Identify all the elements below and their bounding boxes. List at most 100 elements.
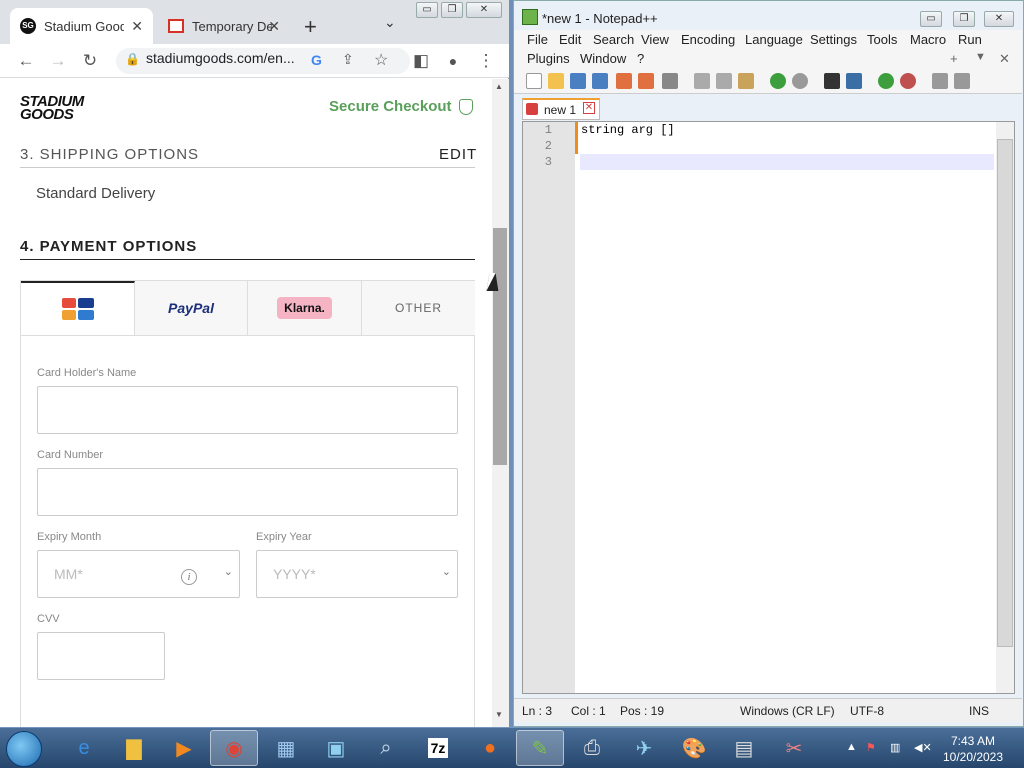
menu-tools[interactable]: Tools [867, 32, 897, 47]
gmail-favicon-icon [168, 19, 184, 33]
expiry-year-select[interactable]: YYYY* ⌄ [256, 550, 458, 598]
find-icon[interactable] [824, 73, 840, 89]
credit-cards-icon [60, 297, 96, 321]
close-doc-icon[interactable]: ✕ [999, 51, 1010, 67]
menu-window[interactable]: Window [580, 51, 626, 66]
volume-muted-icon[interactable]: ◀✕ [914, 741, 932, 754]
windows-start-icon[interactable] [6, 731, 42, 767]
close-window-button[interactable]: ✕ [984, 11, 1014, 27]
card-number-input[interactable] [37, 468, 458, 516]
profile-avatar-icon[interactable]: ● [442, 50, 464, 72]
edit-shipping-link[interactable]: EDIT [439, 146, 477, 163]
add-tab-icon[interactable]: + [950, 51, 958, 66]
scroll-up-arrow-icon[interactable]: ▲ [495, 82, 503, 91]
print-icon[interactable] [662, 73, 678, 89]
sync-horizontal-icon[interactable] [954, 73, 970, 89]
scrollbar-thumb[interactable] [997, 139, 1013, 647]
share-icon[interactable]: ⇪ [342, 51, 354, 68]
menu-macro[interactable]: Macro [910, 32, 946, 47]
google-icon[interactable]: G [311, 52, 322, 68]
save-icon[interactable] [570, 73, 586, 89]
tab-klarna[interactable]: Klarna. [248, 281, 362, 335]
7zip-icon[interactable]: 7z [414, 730, 462, 766]
zoom-in-icon[interactable] [878, 73, 894, 89]
menu-language[interactable]: Language [745, 32, 803, 47]
calculator-icon[interactable]: ▤ [720, 730, 768, 766]
tab-credit-card[interactable] [21, 281, 135, 335]
magnifier-icon[interactable]: ⌕ [362, 730, 410, 766]
menu-kebab-icon[interactable]: ⋮ [475, 50, 497, 72]
expiry-month-select[interactable]: MM* ⌄ [37, 550, 240, 598]
cut-icon[interactable] [694, 73, 710, 89]
scroll-down-arrow-icon[interactable]: ▼ [495, 710, 503, 719]
close-window-button[interactable]: ✕ [466, 2, 502, 18]
close-tab-icon[interactable]: ✕ [583, 102, 595, 114]
menu-view[interactable]: View [641, 32, 669, 47]
undo-icon[interactable] [770, 73, 786, 89]
cvv-input[interactable] [37, 632, 165, 680]
tab-search-chevron-icon[interactable]: ⌄ [384, 14, 396, 31]
tab-temporary[interactable]: Temporary De ✕ [158, 8, 290, 44]
new-file-icon[interactable] [526, 73, 542, 89]
save-all-icon[interactable] [592, 73, 608, 89]
media-player-icon[interactable]: ▶ [160, 730, 208, 766]
copy-icon[interactable] [716, 73, 732, 89]
system-clock[interactable]: 7:43 AM 10/20/2023 [940, 733, 1006, 765]
minimize-button[interactable]: ▭ [416, 2, 438, 18]
action-center-icon[interactable]: ⚑ [866, 741, 876, 754]
stadium-goods-logo[interactable]: STADIUM GOODS [20, 94, 84, 122]
tab-other[interactable]: OTHER [362, 281, 475, 335]
menu-settings[interactable]: Settings [810, 32, 857, 47]
paint-icon[interactable]: 🎨 [670, 730, 718, 766]
card-holder-name-input[interactable] [37, 386, 458, 434]
menu-encoding[interactable]: Encoding [681, 32, 735, 47]
replace-icon[interactable] [846, 73, 862, 89]
menu-help[interactable]: ? [637, 51, 644, 66]
network-tray-icon[interactable]: ▥ [890, 741, 900, 754]
explorer-icon[interactable]: ▇ [110, 730, 158, 766]
editor-area[interactable] [522, 121, 1015, 694]
network-icon[interactable]: ▣ [312, 730, 360, 766]
expiry-month-value: MM* [54, 566, 83, 582]
redo-icon[interactable] [792, 73, 808, 89]
payment-options-heading: 4. PAYMENT OPTIONS [20, 238, 198, 255]
mail-icon[interactable]: ✈ [620, 730, 668, 766]
back-arrow-icon[interactable]: ← [15, 50, 37, 72]
show-hidden-icons-icon[interactable]: ▲ [846, 741, 857, 753]
menu-search[interactable]: Search [593, 32, 634, 47]
printer-icon[interactable]: ⎙ [568, 730, 616, 766]
notepadpp-icon[interactable]: ✎ [516, 730, 564, 766]
scrollbar-thumb[interactable] [493, 228, 507, 465]
menu-edit[interactable]: Edit [559, 32, 581, 47]
tools-icon[interactable]: ✂ [770, 730, 818, 766]
side-panel-icon[interactable]: ◧ [410, 50, 432, 72]
close-icon[interactable] [616, 73, 632, 89]
firefox-icon[interactable]: ● [466, 730, 514, 766]
expiry-year-value: YYYY* [273, 566, 316, 582]
forward-arrow-icon[interactable]: → [47, 50, 69, 72]
ie-icon[interactable]: e [60, 730, 108, 766]
menu-plugins[interactable]: Plugins [527, 51, 570, 66]
minimize-button[interactable]: ▭ [920, 11, 942, 27]
sync-vertical-icon[interactable] [932, 73, 948, 89]
code-line[interactable]: string arg [] [581, 123, 675, 137]
close-tab-icon[interactable]: ✕ [268, 18, 280, 35]
menu-run[interactable]: Run [958, 32, 982, 47]
dropdown-icon[interactable]: ▼ [975, 51, 986, 63]
reload-icon[interactable]: ↻ [79, 50, 101, 72]
paste-icon[interactable] [738, 73, 754, 89]
menu-file[interactable]: File [527, 32, 548, 47]
tab-paypal[interactable]: PayPal [135, 281, 248, 335]
chrome-icon[interactable]: ◉ [210, 730, 258, 766]
close-tab-icon[interactable]: ✕ [131, 18, 143, 35]
maximize-button[interactable]: ❐ [953, 11, 975, 27]
bookmark-star-icon[interactable]: ☆ [374, 50, 388, 70]
tab-stadium-goods[interactable]: SG Stadium Goods ✕ [10, 8, 153, 44]
open-file-icon[interactable] [548, 73, 564, 89]
info-icon[interactable]: i [181, 569, 197, 585]
zoom-out-icon[interactable] [900, 73, 916, 89]
control-panel-icon[interactable]: ▦ [262, 730, 310, 766]
maximize-button[interactable]: ❐ [441, 2, 463, 18]
new-tab-button[interactable]: + [304, 14, 317, 40]
close-all-icon[interactable] [638, 73, 654, 89]
